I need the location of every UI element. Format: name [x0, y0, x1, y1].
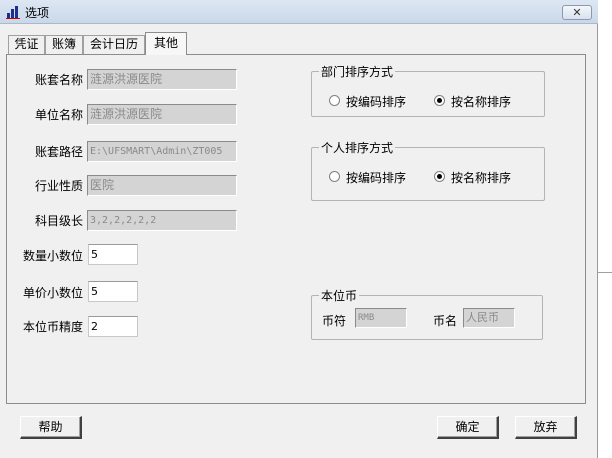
- close-icon[interactable]: ✕: [572, 6, 581, 19]
- qty-decimals-input[interactable]: 5: [88, 244, 138, 265]
- base-currency-group: 本位币 币符 RMB 币名 人民币: [311, 287, 543, 340]
- dept-sort-title: 部门排序方式: [319, 63, 396, 80]
- tab-accounting-calendar[interactable]: 会计日历: [83, 35, 145, 54]
- app-bar-chart-icon: [6, 6, 20, 19]
- currency-symbol-label: 币符: [322, 314, 347, 328]
- background-window-edge: [598, 272, 612, 273]
- dept-sort-by-code-radio[interactable]: [329, 95, 340, 106]
- cancel-button[interactable]: 放弃: [515, 416, 577, 439]
- options-dialog: 选项 ✕ 凭证 账簿 会计日历 其他 账套名称 涟源洪源医院 单位名称 涟源洪源…: [0, 0, 598, 458]
- person-sort-by-code-radio[interactable]: [329, 171, 340, 182]
- tab-panel-other: 账套名称 涟源洪源医院 单位名称 涟源洪源医院 账套路径 E:\UFSMART\…: [6, 54, 586, 404]
- close-button[interactable]: ✕: [562, 5, 592, 20]
- dept-sort-by-code-label[interactable]: 按编码排序: [346, 93, 406, 110]
- account-set-name-field: 涟源洪源医院: [87, 69, 237, 90]
- currency-name-field: 人民币: [463, 308, 515, 328]
- person-sort-by-name-radio[interactable]: [434, 171, 445, 182]
- price-decimals-input[interactable]: 5: [88, 281, 138, 302]
- dept-sort-by-name-label[interactable]: 按名称排序: [451, 93, 511, 110]
- currency-precision-input[interactable]: 2: [88, 316, 138, 337]
- industry-field: 医院: [87, 175, 237, 196]
- base-currency-title: 本位币: [319, 287, 360, 304]
- dept-sort-group: 部门排序方式 按编码排序 按名称排序: [311, 63, 545, 117]
- unit-name-field: 涟源洪源医院: [87, 104, 237, 125]
- qty-decimals-label: 数量小数位: [23, 249, 84, 263]
- tab-other[interactable]: 其他: [145, 32, 187, 55]
- subject-levels-label: 科目级长: [35, 214, 84, 228]
- account-set-path-label: 账套路径: [35, 145, 84, 159]
- help-button[interactable]: 帮助: [20, 416, 82, 439]
- dept-sort-by-name-radio[interactable]: [434, 95, 445, 106]
- price-decimals-label: 单价小数位: [23, 286, 84, 300]
- title-bar: 选项 ✕: [0, 0, 598, 24]
- account-set-name-label: 账套名称: [35, 73, 84, 87]
- window-title: 选项: [25, 6, 50, 20]
- subject-levels-field: 3,2,2,2,2,2: [87, 210, 237, 231]
- person-sort-by-code-label[interactable]: 按编码排序: [346, 169, 406, 186]
- tab-voucher[interactable]: 凭证: [8, 35, 45, 54]
- industry-label: 行业性质: [35, 179, 84, 193]
- person-sort-title: 个人排序方式: [319, 139, 396, 156]
- currency-symbol-field: RMB: [355, 308, 407, 328]
- person-sort-by-name-label[interactable]: 按名称排序: [451, 169, 511, 186]
- currency-precision-label: 本位币精度: [23, 320, 84, 334]
- unit-name-label: 单位名称: [35, 108, 84, 122]
- account-set-path-field: E:\UFSMART\Admin\ZT005: [87, 141, 237, 162]
- person-sort-group: 个人排序方式 按编码排序 按名称排序: [311, 139, 545, 201]
- tab-ledger[interactable]: 账簿: [45, 35, 83, 54]
- currency-name-label: 币名: [433, 314, 458, 328]
- ok-button[interactable]: 确定: [437, 416, 499, 439]
